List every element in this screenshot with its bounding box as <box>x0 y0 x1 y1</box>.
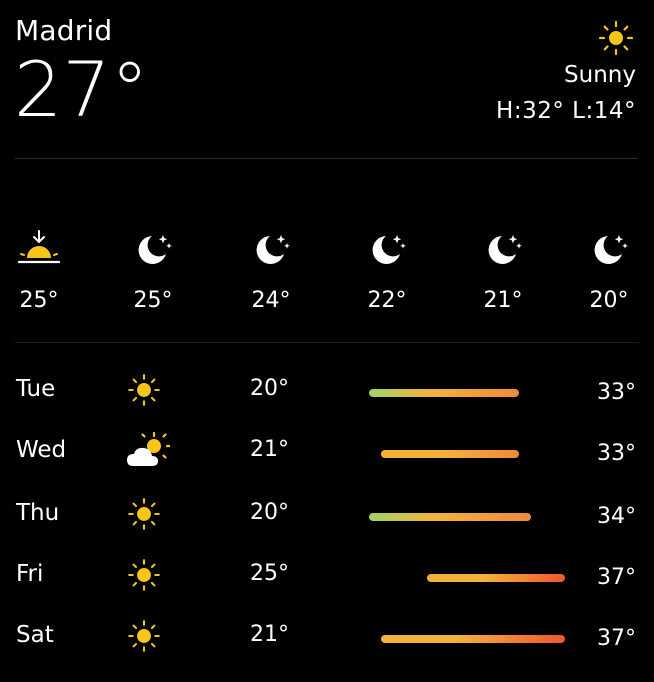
hourly-temp: 24° <box>251 288 291 313</box>
city-name: Madrid <box>15 14 113 47</box>
low-temp: 20° <box>250 500 289 525</box>
condition-text: Sunny <box>564 62 636 88</box>
temp-range-bar <box>426 574 566 582</box>
daily-row[interactable]: Fri 25° 37° <box>0 545 654 605</box>
low-temp: 21° <box>250 622 289 647</box>
hourly-item: 25° <box>4 226 74 313</box>
hourly-item: 20° <box>574 226 644 313</box>
section-divider <box>15 342 638 343</box>
high-temp: 33° <box>597 380 636 405</box>
temp-range-bar <box>369 389 520 397</box>
hourly-item: 25° <box>118 226 188 313</box>
sun-icon <box>124 616 170 658</box>
high-low-text: H:32° L:14° <box>496 98 636 124</box>
temp-range-bar <box>380 450 520 458</box>
high-temp: 34° <box>597 504 636 529</box>
partly-cloudy-icon <box>124 431 172 473</box>
hourly-forecast[interactable]: 25° 25° 24° 22° 21° 20° <box>0 226 654 326</box>
daily-row[interactable]: Thu 20° 34° <box>0 484 654 544</box>
sun-icon <box>124 370 170 412</box>
daily-row[interactable]: Tue 20° 33° <box>0 360 654 420</box>
day-label: Sat <box>16 622 54 648</box>
hourly-temp: 25° <box>133 288 173 313</box>
hourly-temp: 20° <box>589 288 629 313</box>
hourly-temp: 22° <box>367 288 407 313</box>
low-temp: 20° <box>250 376 289 401</box>
moon-stars-icon <box>248 226 294 272</box>
high-temp: 37° <box>597 565 636 590</box>
day-label: Thu <box>16 500 60 526</box>
moon-stars-icon <box>586 226 632 272</box>
moon-stars-icon <box>130 226 176 272</box>
sun-icon <box>598 20 634 56</box>
day-label: Wed <box>16 437 67 463</box>
temp-range-bar <box>369 513 531 521</box>
daily-row[interactable]: Wed 21° 33° <box>0 421 654 481</box>
header-divider <box>15 158 638 159</box>
daily-row[interactable]: Sat 21° 37° <box>0 606 654 666</box>
hourly-item: 24° <box>236 226 306 313</box>
hourly-temp: 21° <box>483 288 523 313</box>
current-temperature: 27° <box>14 45 149 134</box>
low-temp: 21° <box>250 437 289 462</box>
low-temp: 25° <box>250 561 289 586</box>
hourly-item: 21° <box>468 226 538 313</box>
temp-range-bar <box>380 635 566 643</box>
hourly-item: 22° <box>352 226 422 313</box>
moon-stars-icon <box>364 226 410 272</box>
high-temp: 37° <box>597 626 636 651</box>
day-label: Tue <box>16 376 56 402</box>
sun-icon <box>124 555 170 597</box>
moon-stars-icon <box>480 226 526 272</box>
hourly-temp: 25° <box>19 288 59 313</box>
sunset-icon <box>16 226 62 272</box>
day-label: Fri <box>16 561 44 587</box>
high-temp: 33° <box>597 441 636 466</box>
sun-icon <box>124 494 170 536</box>
